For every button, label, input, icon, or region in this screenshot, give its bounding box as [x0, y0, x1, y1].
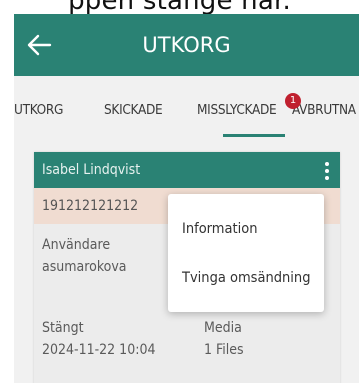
failed-count-badge: 1 — [285, 93, 301, 109]
user-label: Användare — [42, 237, 111, 253]
more-options-icon[interactable] — [324, 161, 330, 181]
personal-id: 191212121212 — [42, 198, 139, 214]
user-value: asumarokova — [42, 259, 127, 275]
tab-misslyckade[interactable]: MISSLYCKADE — [197, 102, 277, 118]
card-header: Isabel Lindqvist — [34, 152, 340, 188]
closed-value: 2024-11-22 10:04 — [42, 342, 156, 358]
active-tab-indicator — [223, 134, 285, 137]
card-options-menu: Information Tvinga omsändning — [168, 194, 324, 312]
tab-bar: UTKORG SKICKADE MISSLYCKADE AVBRUTNA — [14, 76, 359, 138]
tab-skickade[interactable]: SKICKADE — [104, 102, 163, 118]
recipient-name: Isabel Lindqvist — [42, 162, 141, 178]
closed-label: Stängt — [42, 320, 84, 336]
tab-avbrutna[interactable]: AVBRUTNA — [292, 102, 356, 118]
tab-utkorg[interactable]: UTKORG — [14, 102, 63, 118]
back-arrow-icon[interactable] — [24, 30, 54, 60]
menu-item-force-resend[interactable]: Tvinga omsändning — [182, 270, 310, 286]
app-bar: UTKORG — [14, 14, 359, 76]
page-title: UTKORG — [142, 33, 231, 57]
app-screen: UTKORG UTKORG SKICKADE MISSLYCKADE AVBRU… — [14, 14, 359, 383]
menu-item-information[interactable]: Information — [182, 221, 257, 237]
media-value: 1 Files — [204, 342, 244, 358]
media-label: Media — [204, 320, 242, 336]
